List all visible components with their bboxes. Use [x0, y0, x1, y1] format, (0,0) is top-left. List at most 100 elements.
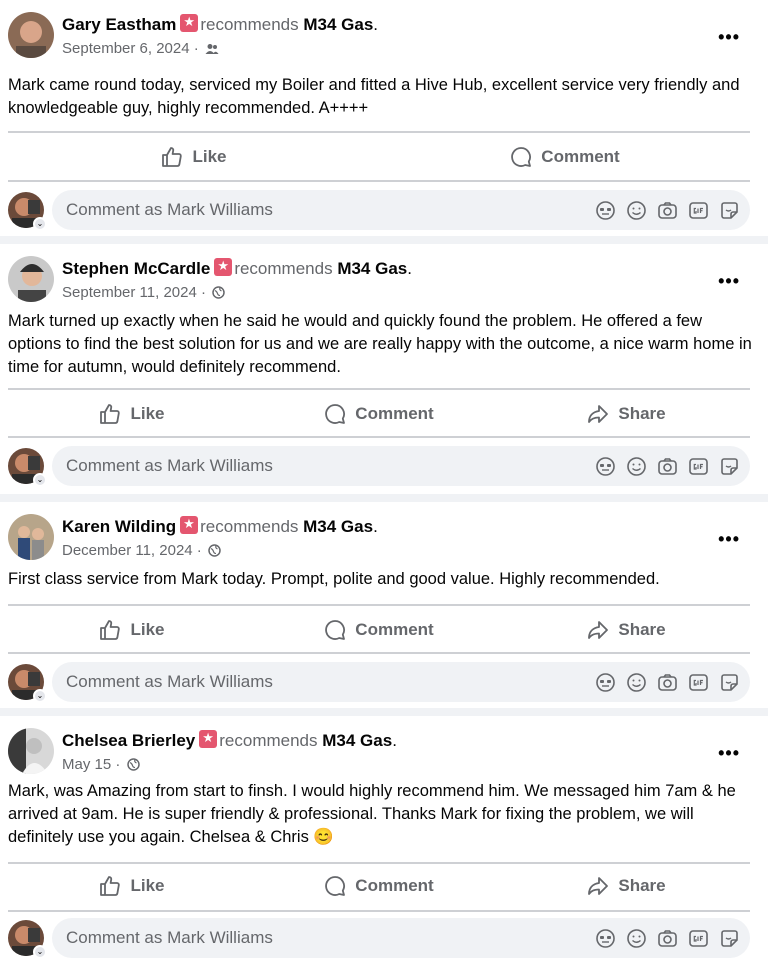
- post-header: Karen Wildingrecommends M34 Gas. Decembe…: [8, 510, 768, 560]
- recommends-label: recommends: [200, 15, 299, 34]
- like-button[interactable]: Like: [8, 864, 255, 908]
- avatar[interactable]: [8, 728, 54, 774]
- author-name[interactable]: Gary Eastham: [62, 15, 176, 34]
- more-options-icon[interactable]: •••: [718, 744, 740, 762]
- avatar[interactable]: [8, 256, 54, 302]
- sticker-icon[interactable]: [719, 456, 740, 477]
- gif-icon[interactable]: [688, 456, 709, 477]
- chevron-down-icon[interactable]: ⌄: [33, 217, 47, 231]
- emoji-icon[interactable]: [626, 200, 647, 221]
- post-actions: Like Comment: [8, 135, 750, 179]
- sticker-icon[interactable]: [719, 672, 740, 693]
- more-options-icon[interactable]: •••: [718, 28, 740, 46]
- like-label: Like: [130, 620, 165, 639]
- gif-icon[interactable]: [688, 200, 709, 221]
- avatar-sticker-icon[interactable]: [595, 456, 616, 477]
- avatar[interactable]: [8, 12, 54, 58]
- comment-input[interactable]: Comment as Mark Williams: [52, 662, 750, 702]
- post-date[interactable]: December 11, 2024: [62, 542, 193, 559]
- comment-tools: [595, 928, 740, 949]
- like-label: Like: [192, 147, 227, 166]
- globe-icon: [126, 758, 140, 771]
- recommend-badge-icon: [214, 258, 233, 276]
- chevron-down-icon[interactable]: ⌄: [33, 689, 47, 703]
- post-date[interactable]: September 6, 2024: [62, 40, 190, 57]
- camera-icon[interactable]: [657, 200, 678, 221]
- comment-label: Comment: [355, 876, 434, 895]
- post-meta: September 11, 2024 ·: [62, 284, 225, 301]
- comment-bubble-icon: [325, 620, 346, 640]
- more-options-icon[interactable]: •••: [718, 530, 740, 548]
- divider: [8, 910, 750, 912]
- emoji-icon[interactable]: [626, 672, 647, 693]
- like-button[interactable]: Like: [8, 135, 379, 179]
- comment-input[interactable]: Comment as Mark Williams: [52, 918, 750, 958]
- page-name-link[interactable]: M34 Gas: [303, 15, 373, 34]
- comment-label: Comment: [355, 620, 434, 639]
- author-name[interactable]: Stephen McCardle: [62, 259, 210, 278]
- post-actions: Like Comment Share: [8, 392, 750, 436]
- emoji-icon[interactable]: [626, 928, 647, 949]
- friends-icon: [205, 44, 219, 54]
- camera-icon[interactable]: [657, 672, 678, 693]
- thumbs-up-icon: [100, 620, 121, 640]
- post-title-line: Stephen McCardlerecommends M34 Gas.: [62, 258, 412, 279]
- post-text: First class service from Mark today. Pro…: [8, 570, 660, 588]
- post-date[interactable]: May 15: [62, 756, 111, 773]
- comment-button[interactable]: Comment: [255, 392, 502, 436]
- like-label: Like: [130, 404, 165, 423]
- avatar[interactable]: [8, 514, 54, 560]
- post-text: Mark turned up exactly when he said he w…: [8, 312, 752, 376]
- camera-icon[interactable]: [657, 928, 678, 949]
- comment-input[interactable]: Comment as Mark Williams: [52, 190, 750, 230]
- share-label: Share: [618, 876, 666, 895]
- avatar-sticker-icon[interactable]: [595, 200, 616, 221]
- avatar-sticker-icon[interactable]: [595, 672, 616, 693]
- share-button[interactable]: Share: [502, 392, 750, 436]
- divider: [8, 388, 750, 390]
- comment-button[interactable]: Comment: [255, 864, 502, 908]
- like-button[interactable]: Like: [8, 608, 255, 652]
- divider: [8, 131, 750, 133]
- camera-icon[interactable]: [657, 456, 678, 477]
- review-post: Karen Wildingrecommends M34 Gas. Decembe…: [0, 502, 768, 708]
- emoji-icon[interactable]: [626, 456, 647, 477]
- comment-bubble-icon: [511, 147, 532, 167]
- divider: [8, 180, 750, 182]
- gif-icon[interactable]: [688, 928, 709, 949]
- globe-icon: [212, 286, 225, 299]
- comment-button[interactable]: Comment: [255, 608, 502, 652]
- chevron-down-icon[interactable]: ⌄: [33, 945, 47, 959]
- post-title-line: Karen Wildingrecommends M34 Gas.: [62, 516, 378, 537]
- recommends-label: recommends: [200, 517, 299, 536]
- comment-button[interactable]: Comment: [379, 135, 750, 179]
- comment-composer: ⌄ Comment as Mark Williams: [8, 662, 750, 704]
- post-meta: September 6, 2024 ·: [62, 40, 219, 57]
- author-name[interactable]: Chelsea Brierley: [62, 731, 195, 750]
- comment-placeholder: Comment as Mark Williams: [66, 200, 273, 219]
- share-button[interactable]: Share: [502, 608, 750, 652]
- page-name-link[interactable]: M34 Gas: [322, 731, 392, 750]
- post-date[interactable]: September 11, 2024: [62, 284, 197, 301]
- review-post: Chelsea Brierleyrecommends M34 Gas. May …: [0, 716, 768, 968]
- comment-input[interactable]: Comment as Mark Williams: [52, 446, 750, 486]
- sticker-icon[interactable]: [719, 200, 740, 221]
- page-name-link[interactable]: M34 Gas: [337, 259, 407, 278]
- recommend-badge-icon: [180, 516, 199, 534]
- post-header: Chelsea Brierleyrecommends M34 Gas. May …: [8, 724, 768, 774]
- comment-placeholder: Comment as Mark Williams: [66, 928, 273, 947]
- share-button[interactable]: Share: [502, 864, 750, 908]
- like-button[interactable]: Like: [8, 392, 255, 436]
- post-header: Gary Easthamrecommends M34 Gas. Septembe…: [8, 8, 768, 58]
- page-name-link[interactable]: M34 Gas: [303, 517, 373, 536]
- post-title-line: Chelsea Brierleyrecommends M34 Gas.: [62, 730, 397, 751]
- avatar-sticker-icon[interactable]: [595, 928, 616, 949]
- gif-icon[interactable]: [688, 672, 709, 693]
- sticker-icon[interactable]: [719, 928, 740, 949]
- post-header: Stephen McCardlerecommends M34 Gas. Sept…: [8, 252, 768, 302]
- thumbs-up-icon: [162, 147, 183, 167]
- more-options-icon[interactable]: •••: [718, 272, 740, 290]
- chevron-down-icon[interactable]: ⌄: [33, 473, 47, 487]
- author-name[interactable]: Karen Wilding: [62, 517, 176, 536]
- share-arrow-icon: [588, 621, 609, 639]
